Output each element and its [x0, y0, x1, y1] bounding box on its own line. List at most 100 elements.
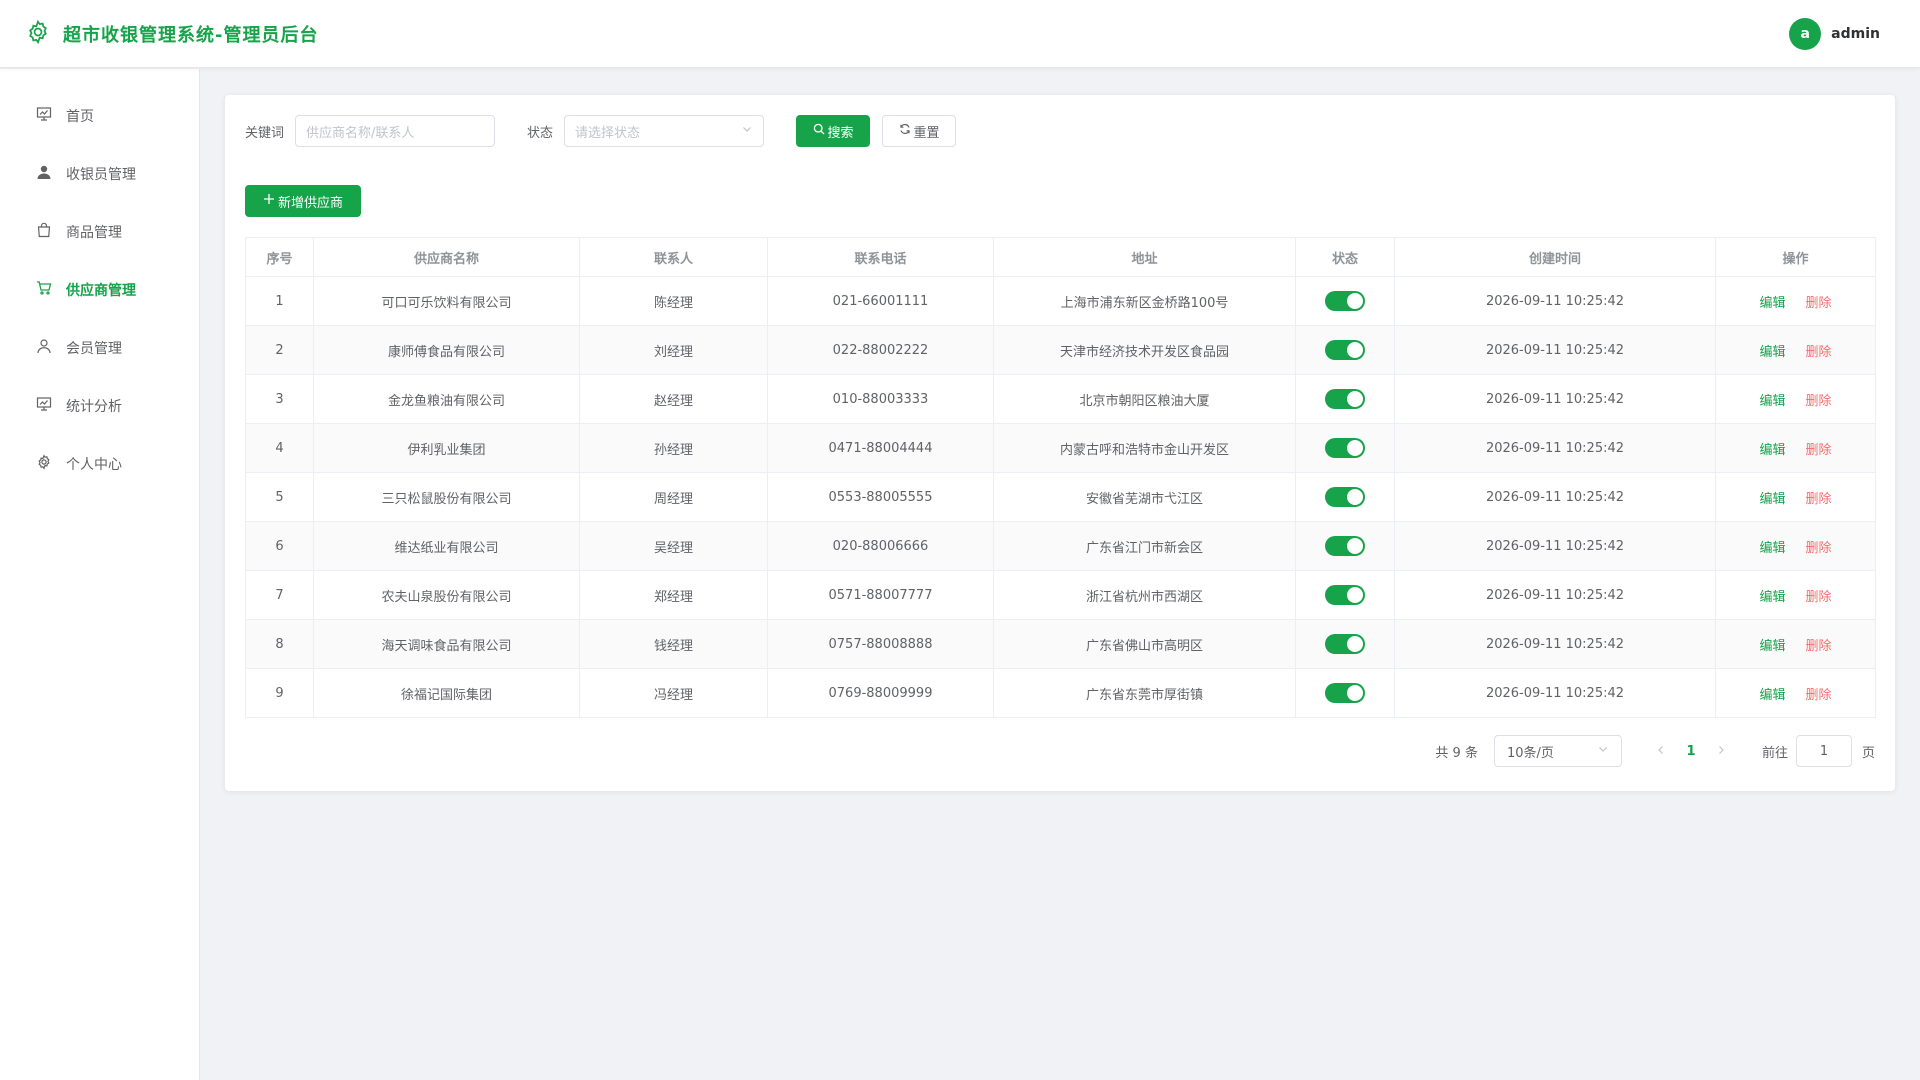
cell-supplier-name: 农夫山泉股份有限公司: [313, 570, 580, 620]
edit-button[interactable]: 编辑: [1759, 394, 1785, 409]
status-toggle[interactable]: [1325, 683, 1365, 703]
refresh-icon: [899, 123, 911, 139]
cell-created: 2026-09-11 10:25:42: [1394, 423, 1716, 473]
prev-page-icon[interactable]: [1646, 744, 1676, 759]
cell-no: 8: [245, 619, 314, 669]
cell-created: 2026-09-11 10:25:42: [1394, 619, 1716, 669]
sidebar-item-label: 供应商管理: [66, 283, 136, 299]
chevron-down-icon: [1597, 743, 1609, 759]
cell-actions: 编辑 删除: [1715, 276, 1876, 326]
status-toggle[interactable]: [1325, 438, 1365, 458]
edit-button[interactable]: 编辑: [1759, 296, 1785, 311]
delete-button[interactable]: 删除: [1806, 639, 1832, 654]
table-row: 2 康师傅食品有限公司 刘经理 022-88002222 天津市经济技术开发区食品园 20…: [245, 325, 1876, 375]
cell-contact: 陈经理: [579, 276, 768, 326]
cell-created: 2026-09-11 10:25:42: [1394, 521, 1716, 571]
cell-created: 2026-09-11 10:25:42: [1394, 374, 1716, 424]
delete-button[interactable]: 删除: [1806, 296, 1832, 311]
cell-created: 2026-09-11 10:25:42: [1394, 668, 1716, 718]
goto-page-input[interactable]: 1: [1795, 735, 1852, 767]
sidebar-item-cashiers[interactable]: 收银员管理: [0, 145, 199, 203]
status-select-placeholder: 请选择状态: [575, 125, 641, 141]
status-toggle[interactable]: [1325, 536, 1365, 556]
table-row: 9 徐福记国际集团 冯经理 0769-88009999 广东省东莞市厚街镇 2026-09…: [245, 668, 1876, 718]
sidebar-item-home[interactable]: 首页: [0, 87, 199, 145]
cell-status: [1295, 374, 1395, 424]
page-size-value: 10条/页: [1506, 745, 1554, 761]
sidebar-item-suppliers[interactable]: 供应商管理: [0, 261, 199, 319]
sidebar-item-label: 收银员管理: [66, 167, 136, 183]
reset-button[interactable]: 重置: [882, 115, 957, 147]
cell-status: [1295, 276, 1395, 326]
cell-supplier-name: 康师傅食品有限公司: [313, 325, 580, 375]
edit-button[interactable]: 编辑: [1759, 345, 1785, 360]
cell-contact: 冯经理: [579, 668, 768, 718]
cell-address: 内蒙古呼和浩特市金山开发区: [993, 423, 1296, 473]
edit-button[interactable]: 编辑: [1759, 492, 1785, 507]
cell-phone: 0553-88005555: [767, 472, 994, 522]
edit-button[interactable]: 编辑: [1759, 639, 1785, 654]
next-page-icon[interactable]: [1706, 744, 1736, 759]
user-icon: [36, 164, 52, 184]
status-toggle[interactable]: [1325, 340, 1365, 360]
status-toggle[interactable]: [1325, 291, 1365, 311]
bag-icon: [36, 222, 52, 242]
goto-label: 前往: [1761, 745, 1788, 761]
delete-button[interactable]: 删除: [1806, 345, 1832, 360]
sidebar-item-products[interactable]: 商品管理: [0, 203, 199, 261]
column-header: 地址: [993, 237, 1296, 277]
cell-actions: 编辑 删除: [1715, 521, 1876, 571]
reset-button-label: 重置: [913, 125, 940, 141]
cell-contact: 刘经理: [579, 325, 768, 375]
page-number[interactable]: 1: [1676, 744, 1706, 759]
add-supplier-button[interactable]: 新增供应商: [245, 185, 361, 217]
cell-address: 广东省佛山市高明区: [993, 619, 1296, 669]
sidebar-item-statistics[interactable]: 统计分析: [0, 377, 199, 435]
delete-button[interactable]: 删除: [1806, 443, 1832, 458]
sidebar-item-label: 商品管理: [66, 225, 122, 241]
keyword-input[interactable]: 供应商名称/联系人: [295, 115, 496, 147]
cell-contact: 钱经理: [579, 619, 768, 669]
edit-button[interactable]: 编辑: [1759, 688, 1785, 703]
page-size-select[interactable]: 10条/页: [1493, 735, 1622, 767]
cell-no: 4: [245, 423, 314, 473]
user-menu[interactable]: a admin: [1789, 17, 1880, 50]
content-card: 关键词 供应商名称/联系人 状态 请选择状态 搜索 重置 新增供应商 序号 供应…: [225, 95, 1895, 791]
sidebar-item-members[interactable]: 会员管理: [0, 319, 199, 377]
cell-contact: 周经理: [579, 472, 768, 522]
cell-supplier-name: 可口可乐饮料有限公司: [313, 276, 580, 326]
column-header: 联系人: [579, 237, 768, 277]
cell-status: [1295, 472, 1395, 522]
cell-status: [1295, 570, 1395, 620]
edit-button[interactable]: 编辑: [1759, 590, 1785, 605]
avatar[interactable]: a: [1789, 17, 1822, 50]
status-toggle[interactable]: [1325, 585, 1365, 605]
table-row: 4 伊利乳业集团 孙经理 0471-88004444 内蒙古呼和浩特市金山开发区 2026…: [245, 423, 1876, 473]
gear-icon: [25, 19, 51, 49]
username[interactable]: admin: [1831, 26, 1880, 42]
cell-no: 9: [245, 668, 314, 718]
delete-button[interactable]: 删除: [1806, 394, 1832, 409]
status-toggle[interactable]: [1325, 487, 1365, 507]
delete-button[interactable]: 删除: [1806, 541, 1832, 556]
cell-supplier-name: 三只松鼠股份有限公司: [313, 472, 580, 522]
delete-button[interactable]: 删除: [1806, 688, 1832, 703]
cell-actions: 编辑 删除: [1715, 472, 1876, 522]
sidebar-item-profile[interactable]: 个人中心: [0, 435, 199, 493]
delete-button[interactable]: 删除: [1806, 492, 1832, 507]
table-header-row: 序号 供应商名称 联系人 联系电话 地址 状态 创建时间 操作: [245, 237, 1876, 277]
cell-phone: 0757-88008888: [767, 619, 994, 669]
cell-no: 2: [245, 325, 314, 375]
delete-button[interactable]: 删除: [1806, 590, 1832, 605]
cell-supplier-name: 徐福记国际集团: [313, 668, 580, 718]
edit-button[interactable]: 编辑: [1759, 443, 1785, 458]
status-select[interactable]: 请选择状态: [564, 115, 765, 147]
sidebar-item-label: 统计分析: [66, 399, 122, 415]
cell-phone: 0571-88007777: [767, 570, 994, 620]
status-toggle[interactable]: [1325, 389, 1365, 409]
cell-no: 1: [245, 276, 314, 326]
search-button[interactable]: 搜索: [796, 115, 871, 147]
status-toggle[interactable]: [1325, 634, 1365, 654]
filter-bar: 关键词 供应商名称/联系人 状态 请选择状态 搜索 重置: [245, 115, 1875, 147]
edit-button[interactable]: 编辑: [1759, 541, 1785, 556]
